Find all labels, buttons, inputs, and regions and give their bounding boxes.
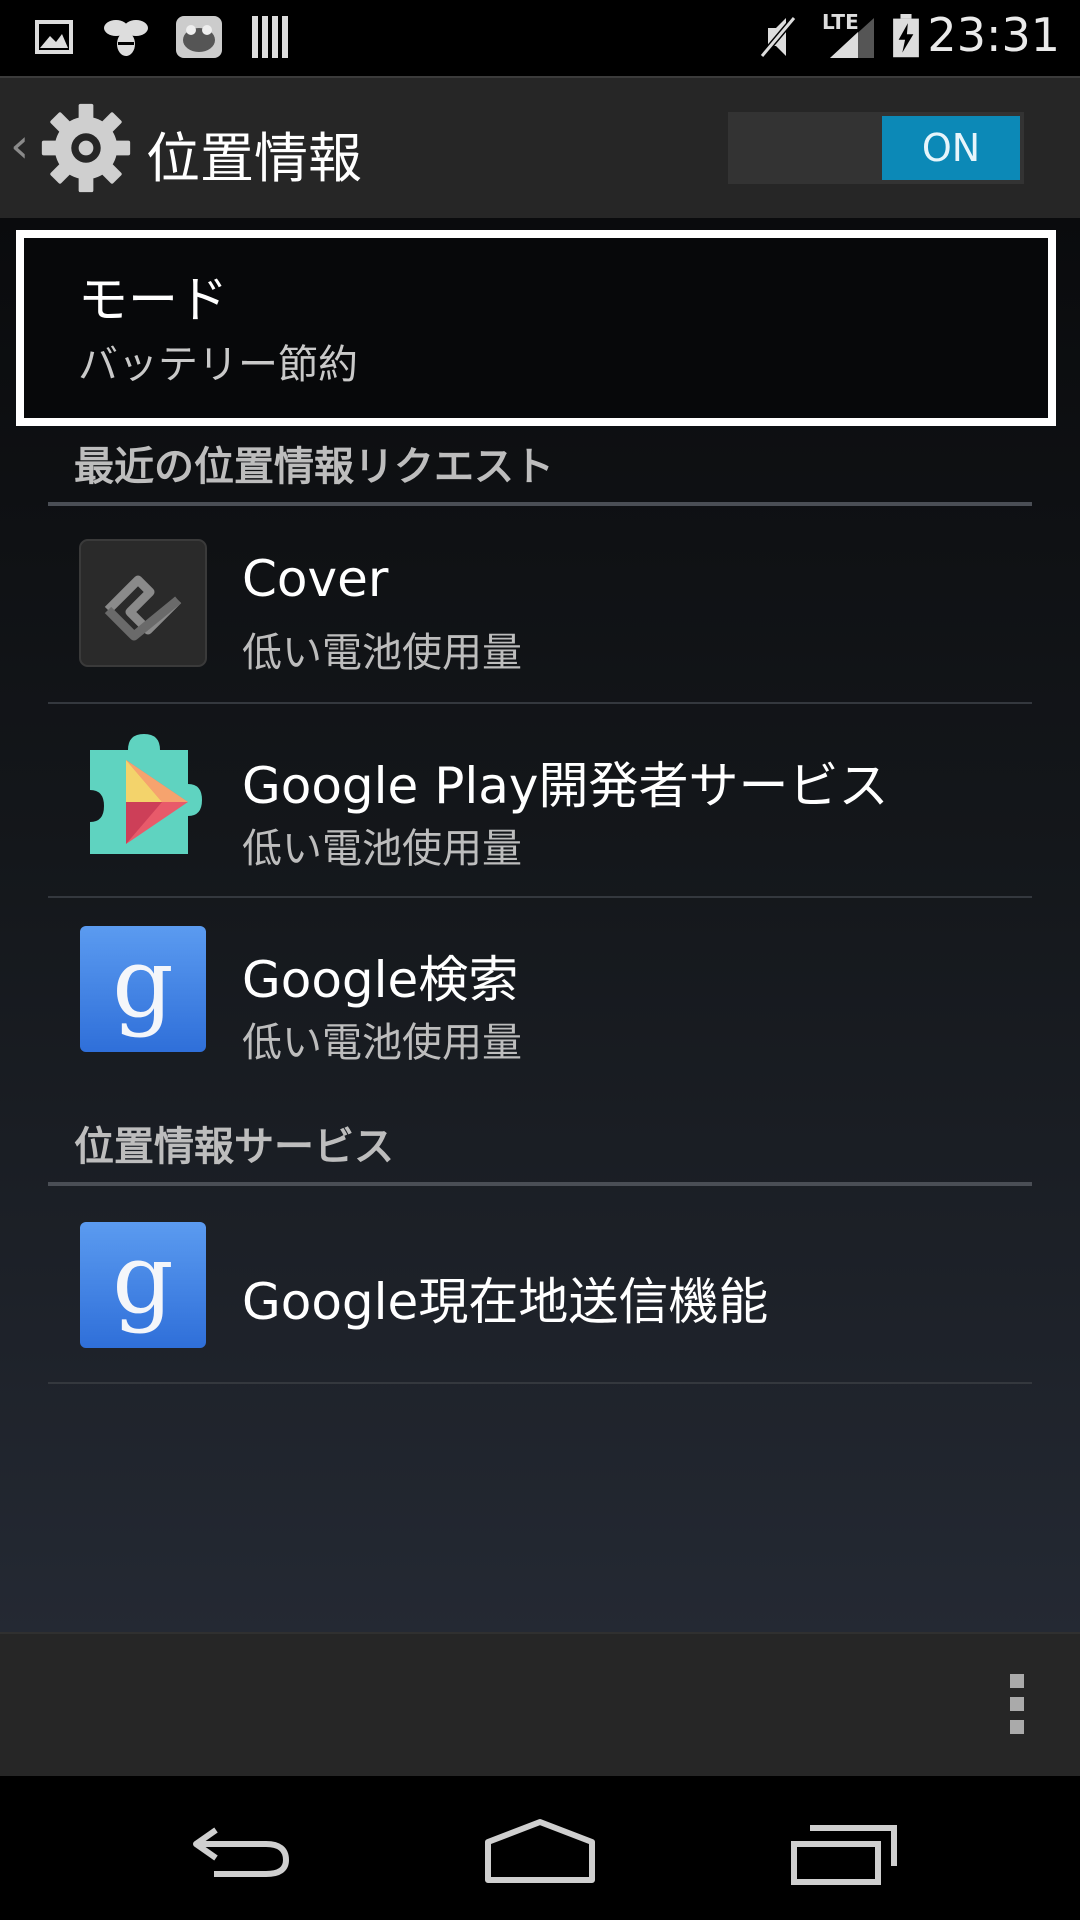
back-icon[interactable] [186, 1816, 292, 1888]
settings-content: モード バッテリー節約 最近の位置情報リクエスト Cover 低い電池使用量 G… [0, 218, 1080, 1632]
battery-charging-icon [893, 14, 919, 58]
settings-gear-icon[interactable] [40, 102, 132, 194]
mute-icon [759, 16, 797, 58]
clock: 23:31 [927, 8, 1060, 62]
recents-icon[interactable] [790, 1816, 900, 1888]
mode-title: モード [78, 271, 228, 329]
navigation-bar [0, 1776, 1080, 1920]
status-bar: LTE 23:31 [0, 0, 1080, 75]
cover-app-icon [79, 539, 207, 667]
action-bar: ‹ 位置情報 ON [0, 76, 1080, 220]
list-item-google-search[interactable]: g Google検索 低い電池使用量 [0, 898, 1080, 1088]
recent-requests-header: 最近の位置情報リクエスト [74, 444, 554, 490]
section-divider [48, 1182, 1032, 1186]
list-item-google-location-reporting[interactable]: g Google現在地送信機能 [0, 1188, 1080, 1378]
frog-icon [176, 16, 222, 58]
app-name: Google Play開発者サービス [242, 757, 889, 815]
section-divider [48, 502, 1032, 506]
mode-value: バッテリー節約 [78, 342, 358, 388]
row-divider [48, 1382, 1032, 1384]
signal-icon [830, 18, 874, 58]
barcode-icon [252, 16, 288, 58]
mode-setting[interactable]: モード バッテリー節約 [16, 230, 1056, 426]
list-item-cover[interactable]: Cover 低い電池使用量 [0, 508, 1080, 698]
app-battery-usage: 低い電池使用量 [242, 826, 522, 872]
svg-text:g: g [112, 927, 173, 1039]
app-battery-usage: 低い電池使用量 [242, 1020, 522, 1066]
bottom-action-bar [0, 1632, 1080, 1778]
location-toggle[interactable]: ON [728, 112, 1024, 184]
svg-text:g: g [112, 1223, 173, 1335]
location-services-header: 位置情報サービス [74, 1124, 394, 1170]
overflow-menu-icon[interactable] [1010, 1674, 1028, 1743]
google-search-icon: g [80, 926, 206, 1052]
up-navigation-icon[interactable]: ‹ [10, 118, 29, 174]
toggle-on-label: ON [882, 116, 1020, 180]
app-name: Google現在地送信機能 [242, 1273, 769, 1331]
google-play-services-icon [90, 734, 202, 854]
list-item-google-play-services[interactable]: Google Play開発者サービス 低い電池使用量 [0, 704, 1080, 894]
home-icon[interactable] [484, 1816, 596, 1888]
page-title: 位置情報 [146, 127, 362, 190]
app-name: Cover [242, 550, 389, 608]
bee-icon [104, 20, 148, 56]
picture-icon [35, 20, 73, 54]
app-name: Google検索 [242, 951, 519, 1009]
google-location-reporting-icon: g [80, 1222, 206, 1348]
app-battery-usage: 低い電池使用量 [242, 630, 522, 676]
